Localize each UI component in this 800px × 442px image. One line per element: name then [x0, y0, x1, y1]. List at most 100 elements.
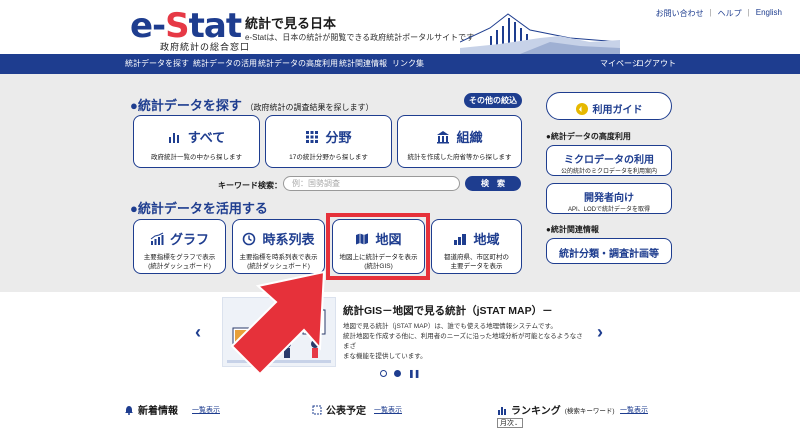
classification-button[interactable]: 統計分類・調査計画等 [546, 238, 672, 264]
card-graph-sub1: 主要指標をグラフで表示 [143, 254, 216, 261]
nav-advanced-use[interactable]: 統計データの高度利用 [258, 54, 338, 74]
bar-chart-icon [168, 132, 179, 143]
english-link[interactable]: English [756, 8, 782, 19]
news-list-link[interactable]: 一覧表示 [192, 405, 220, 415]
grid-icon [306, 130, 319, 143]
related-info-heading: ●統計関連情報 [546, 225, 599, 234]
nav-logout[interactable]: ログアウト [636, 54, 676, 74]
carousel-next-icon[interactable]: › [597, 322, 603, 343]
schedule-heading: 公表予定 [312, 402, 366, 417]
carousel-dot-2[interactable] [394, 370, 401, 377]
card-all-sub: 政府統計一覧の中から探します [151, 154, 242, 161]
card-org-title: 組織 [398, 127, 521, 146]
card-graph-sub2: (統計ダッシュボード) [148, 263, 211, 270]
card-field-sub: 17の統計分野から探します [289, 154, 368, 161]
banner-text-line1: 地図で見る統計（jSTAT MAP）は、誰でも使える地理情報システムです。 [343, 323, 557, 330]
chevron-down-icon: ⌄ [514, 421, 519, 427]
card-graph[interactable]: グラフ 主要指標をグラフで表示 (統計ダッシュボード) [133, 219, 226, 274]
help-link[interactable]: ヘルプ [718, 8, 742, 19]
separator: | [747, 8, 750, 17]
ranking-list-link[interactable]: 一覧表示 [620, 405, 648, 415]
region-icon [454, 233, 467, 245]
card-region-label: 地域 [473, 232, 500, 247]
graph-icon [150, 232, 164, 245]
news-heading: 新着情報 [124, 402, 178, 417]
card-all[interactable]: すべて 政府統計一覧の中から探します [133, 115, 260, 168]
card-org-sub: 統計を作成した府省等から探します [407, 154, 512, 161]
ranking-heading: ランキング (検索キーワード) [497, 402, 615, 417]
card-region[interactable]: 地域 都道府県、市区町村の 主要データを表示 [431, 219, 522, 274]
find-section-title: ●統計データを探す （政府統計の調査結果を探します） [130, 95, 373, 114]
card-region-title: 地域 [432, 229, 521, 248]
microdata-sub: 公的統計のミクロデータを利用案内 [560, 169, 657, 175]
card-timeseries-title: 時系列表 [233, 229, 324, 248]
banner-title[interactable]: 統計GIS－地図で見る統計（jSTAT MAP）－ [343, 303, 553, 318]
find-title-note: （政府統計の調査結果を探します） [245, 103, 374, 112]
nav-find-data[interactable]: 統計データを探す [125, 54, 189, 74]
card-graph-label: グラフ [169, 232, 209, 247]
ranking-icon [498, 406, 506, 415]
card-graph-title: グラフ [134, 229, 225, 248]
microdata-title: ミクロデータの利用 [564, 155, 654, 166]
card-field-label: 分野 [325, 130, 352, 145]
nav-mypage[interactable]: マイページ [600, 54, 640, 74]
red-pointer-arrow [230, 270, 326, 376]
contact-link[interactable]: お問い合わせ [656, 8, 704, 19]
search-button[interactable]: 検 索 [465, 176, 521, 191]
carousel-dot-1[interactable] [380, 370, 387, 377]
card-field-title: 分野 [266, 127, 391, 146]
find-title-text: ●統計データを探す [130, 98, 242, 113]
card-all-title: すべて [134, 127, 259, 146]
user-guide-button[interactable]: 利用ガイド [546, 92, 672, 120]
ranking-period-select[interactable]: 月次⌄ [497, 418, 523, 428]
schedule-list-link[interactable]: 一覧表示 [374, 405, 402, 415]
card-org-label: 組織 [456, 130, 483, 145]
separator: | [709, 8, 712, 17]
microdata-button[interactable]: ミクロデータの利用 公的統計のミクロデータを利用案内 [546, 145, 672, 176]
card-timeseries[interactable]: 時系列表 主要指標を時系列表で表示 (統計ダッシュボード) [232, 219, 325, 274]
site-title: 統計で見る日本 [245, 16, 337, 31]
news-heading-label: 新着情報 [138, 406, 178, 417]
card-timeseries-sub1: 主要指標を時系列表で表示 [239, 254, 318, 261]
card-region-sub2: 主要データを表示 [450, 263, 503, 270]
card-region-sub1: 都道府県、市区町村の [444, 254, 509, 261]
developer-button[interactable]: 開発者向け API、LODで統計データを取得 [546, 183, 672, 214]
banner-description: 地図で見る統計（jSTAT MAP）は、誰でも使える地理情報システムです。 統計… [343, 322, 583, 362]
ranking-select-value: 月次 [500, 420, 514, 427]
map-card-highlight-box [326, 213, 430, 280]
building-icon [437, 130, 450, 143]
global-nav: 統計データを探す 統計データの活用 統計データの高度利用 統計関連情報 リンク集… [0, 54, 800, 74]
schedule-heading-label: 公表予定 [326, 406, 366, 417]
carousel-prev-icon[interactable]: ‹ [195, 322, 201, 343]
top-links: お問い合わせ | ヘルプ | English [656, 8, 782, 19]
clock-icon [243, 232, 256, 245]
banner-text-line3: まな機能を提供しています。 [343, 353, 427, 360]
developer-sub: API、LODで統計データを取得 [567, 207, 650, 213]
header-graph-decoration [460, 13, 620, 54]
nav-use-data[interactable]: 統計データの活用 [193, 54, 257, 74]
advanced-use-heading: ●統計データの高度利用 [546, 132, 631, 141]
keyword-search-input[interactable]: 例：国勢調査 [283, 176, 460, 191]
calendar-icon [312, 405, 322, 414]
nav-links[interactable]: リンク集 [392, 54, 424, 74]
card-all-label: すべて [187, 130, 226, 145]
site-description: e-Statは、日本の統計が閲覧できる政府統計ポータルサイトです [245, 33, 475, 42]
user-guide-label: 利用ガイド [592, 105, 643, 116]
nav-related-info[interactable]: 統計関連情報 [339, 54, 387, 74]
use-section-title: ●統計データを活用する [130, 201, 268, 216]
card-timeseries-label: 時系列表 [262, 232, 315, 247]
ranking-note: (検索キーワード) [564, 407, 615, 415]
guide-icon [575, 102, 588, 115]
card-field[interactable]: 分野 17の統計分野から探します [265, 115, 392, 168]
user-guide-title: 利用ガイド [547, 101, 671, 116]
keyword-label: キーワード検索： [218, 181, 282, 190]
ranking-heading-label: ランキング [511, 406, 561, 417]
carousel-pause-icon[interactable]: ❚❚ [408, 369, 420, 378]
other-filter-button[interactable]: その他の絞込 [464, 93, 522, 108]
banner-text-line2: 統計地図を作成する他に、利用者のニーズに沿った地域分析が可能となるようなさまざ [343, 333, 583, 350]
bell-icon [125, 405, 133, 415]
card-organization[interactable]: 組織 統計を作成した府省等から探します [397, 115, 522, 168]
classification-title: 統計分類・調査計画等 [559, 249, 659, 260]
logo-subtitle: 政府統計の総合窓口 [160, 42, 251, 52]
developer-title: 開発者向け [584, 193, 634, 204]
